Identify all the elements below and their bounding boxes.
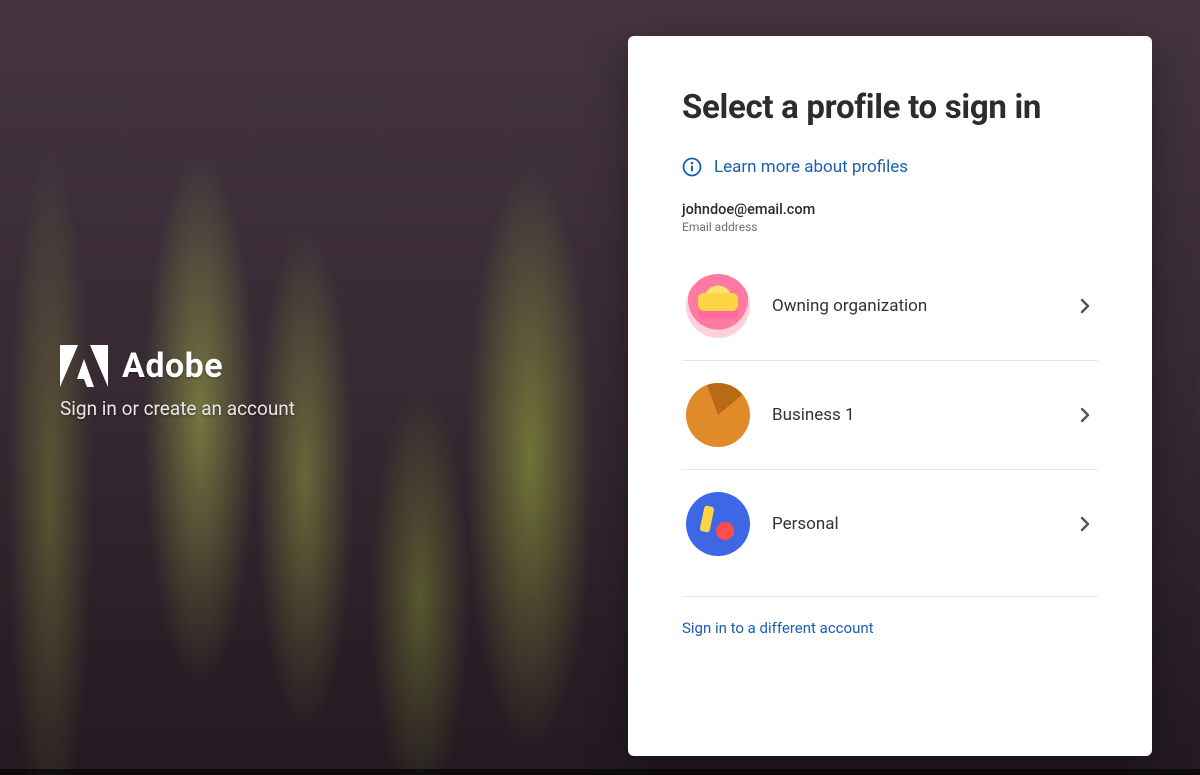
profile-item-business-1[interactable]: Business 1: [682, 360, 1098, 469]
learn-more-link[interactable]: Learn more about profiles: [714, 157, 908, 177]
pie-avatar-icon: [686, 383, 750, 447]
profile-label: Personal: [772, 514, 1054, 534]
profile-label: Owning organization: [772, 296, 1054, 316]
brand-block: Adobe Sign in or create an account: [60, 345, 295, 420]
chevron-right-icon: [1076, 297, 1094, 315]
profile-item-owning-organization[interactable]: Owning organization: [682, 266, 1098, 360]
chevron-right-icon: [1076, 515, 1094, 533]
profile-list: Owning organization Business 1 Personal: [682, 266, 1098, 578]
profile-item-personal[interactable]: Personal: [682, 469, 1098, 578]
profile-select-panel: Select a profile to sign in Learn more a…: [628, 36, 1152, 756]
profile-label: Business 1: [772, 405, 1054, 425]
learn-more-row: Learn more about profiles: [682, 157, 1098, 177]
adobe-logo-icon: [60, 345, 108, 387]
panel-title: Select a profile to sign in: [682, 88, 1098, 127]
email-block: johndoe@email.com Email address: [682, 201, 1098, 234]
email-label: Email address: [682, 220, 1098, 234]
sign-in-different-account-link[interactable]: Sign in to a different account: [682, 619, 874, 637]
cake-avatar-icon: [686, 274, 750, 338]
blob-avatar-icon: [686, 492, 750, 556]
brand-row: Adobe: [60, 345, 295, 387]
email-value: johndoe@email.com: [682, 201, 1098, 218]
signin-page: Adobe Sign in or create an account Selec…: [0, 0, 1200, 775]
divider: [682, 596, 1098, 597]
chevron-right-icon: [1076, 406, 1094, 424]
info-icon: [682, 157, 702, 177]
brand-tagline: Sign in or create an account: [60, 397, 295, 420]
bottom-bar: [0, 769, 1200, 775]
brand-name: Adobe: [122, 346, 223, 386]
